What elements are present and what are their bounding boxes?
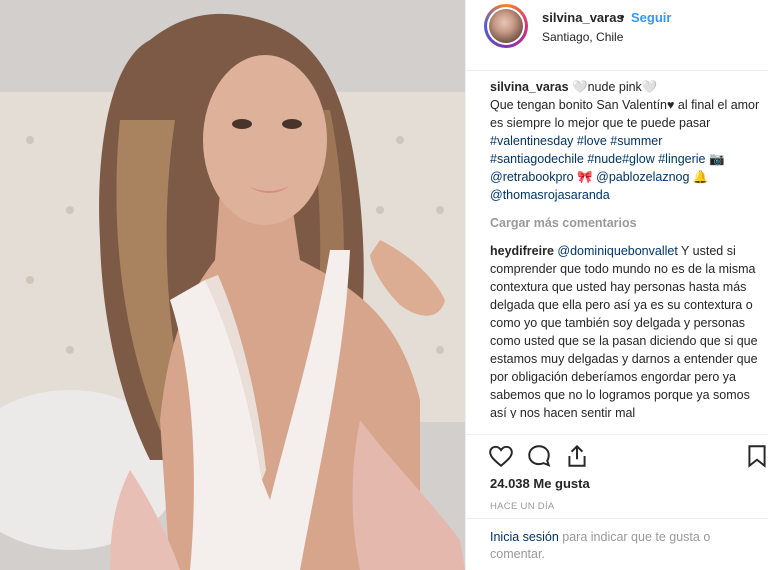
mention[interactable]: @pablozelaznog <box>596 170 689 184</box>
login-prompt: Inicia sesión para indicar que te gusta … <box>466 518 768 563</box>
hashtag[interactable]: #glow <box>622 152 655 166</box>
comment-mention[interactable]: @dominiquebonvallet <box>557 244 677 258</box>
comments-section: silvina_varas 🤍nude pink🤍 Que tengan bon… <box>490 78 760 418</box>
hashtag[interactable]: #santiagodechile <box>490 152 584 166</box>
action-bar <box>466 434 768 475</box>
mention[interactable]: @retrabookpro <box>490 170 574 184</box>
comment-icon[interactable] <box>526 443 552 469</box>
header-username[interactable]: silvina_varas <box>542 10 624 25</box>
caption-text: Que tengan bonito San Valentín♥ al final… <box>490 98 760 130</box>
post-header: silvina_varas • Seguir Santiago, Chile <box>466 0 768 71</box>
hashtag[interactable]: #love <box>577 134 607 148</box>
comment: heydifreire @dominiquebonvallet Y usted … <box>490 242 760 418</box>
comment-scroll[interactable]: heydifreire @dominiquebonvallet Y usted … <box>490 232 760 418</box>
ribbon-emoji: 🎀 <box>577 170 593 184</box>
post-photo[interactable] <box>0 0 465 570</box>
bookmark-icon[interactable] <box>744 443 768 469</box>
post-image <box>0 0 465 570</box>
bell-emoji: 🔔 <box>692 170 709 184</box>
caption-title: 🤍nude pink🤍 <box>568 80 658 94</box>
comment-text: Y usted si comprender que todo mundo no … <box>490 244 758 418</box>
hashtag[interactable]: #valentinesday <box>490 134 573 148</box>
caption-username[interactable]: silvina_varas <box>490 80 569 94</box>
share-icon[interactable] <box>564 443 590 469</box>
login-link[interactable]: Inicia sesión <box>490 530 559 544</box>
mention[interactable]: @thomasrojasaranda <box>490 188 610 202</box>
hashtag[interactable]: #summer <box>610 134 662 148</box>
caption: silvina_varas 🤍nude pink🤍 Que tengan bon… <box>490 78 760 204</box>
avatar-image <box>489 9 523 43</box>
load-more-comments[interactable]: Cargar más comentarios <box>490 214 760 232</box>
likes-count[interactable]: 24.038 Me gusta <box>490 476 590 491</box>
separator-dot: • <box>620 9 625 24</box>
comment-username[interactable]: heydifreire <box>490 244 554 258</box>
timestamp: HACE UN DÍA <box>490 501 555 512</box>
hashtag[interactable]: #nude <box>587 152 622 166</box>
hashtag[interactable]: #lingerie <box>658 152 705 166</box>
avatar[interactable] <box>484 4 528 48</box>
camera-emoji: 📷 <box>708 152 725 166</box>
instagram-post: silvina_varas • Seguir Santiago, Chile s… <box>0 0 768 570</box>
follow-button[interactable]: Seguir <box>631 10 671 25</box>
post-sidebar: silvina_varas • Seguir Santiago, Chile s… <box>465 0 768 570</box>
location-link[interactable]: Santiago, Chile <box>542 30 623 44</box>
heart-icon[interactable] <box>488 443 514 469</box>
